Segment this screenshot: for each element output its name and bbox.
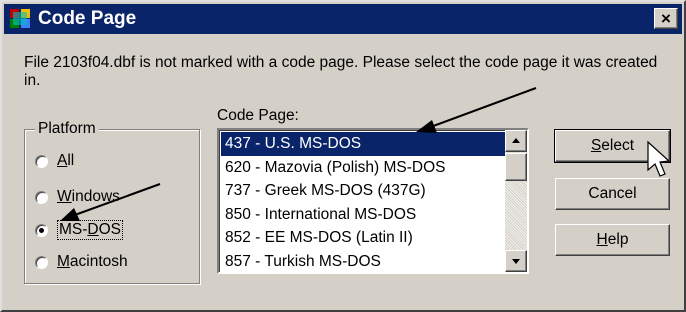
list-item-850[interactable]: 850 - International MS-DOS	[221, 203, 507, 227]
radio-label-windows: Windows	[57, 188, 120, 205]
code-page-listbox[interactable]: 437 - U.S. MS-DOS 620 - Mazovia (Polish)…	[217, 128, 529, 274]
radio-button-windows[interactable]	[35, 190, 48, 204]
scroll-thumb[interactable]	[505, 153, 527, 181]
close-button[interactable]: ×	[654, 8, 678, 29]
prompt-message: File 2103f04.dbf is not marked with a co…	[24, 54, 658, 89]
code-page-dialog: Code Page × File 2103f04.dbf is not mark…	[0, 0, 686, 312]
list-item-857[interactable]: 857 - Turkish MS-DOS	[221, 250, 507, 274]
radio-label-all: All	[57, 152, 75, 169]
help-button[interactable]: Help	[555, 224, 670, 256]
radio-ms-dos[interactable]: MS-DOS	[35, 220, 124, 240]
code-page-list: 437 - U.S. MS-DOS 620 - Mazovia (Polish)…	[221, 132, 507, 273]
radio-windows[interactable]: Windows	[35, 188, 120, 206]
select-button[interactable]: Select	[554, 129, 671, 163]
list-scrollbar[interactable]	[505, 130, 527, 272]
radio-button-all[interactable]	[35, 154, 48, 168]
arrow-down-icon	[512, 259, 520, 264]
title-bar[interactable]: Code Page ×	[4, 4, 682, 34]
cancel-button[interactable]: Cancel	[555, 178, 670, 210]
scroll-up-button[interactable]	[505, 130, 527, 152]
code-page-label: Code Page:	[217, 107, 299, 124]
radio-all[interactable]: All	[35, 152, 74, 170]
list-item-852[interactable]: 852 - EE MS-DOS (Latin II)	[221, 226, 507, 250]
radio-label-ms-dos: MS-DOS	[57, 220, 124, 240]
radio-macintosh[interactable]: Macintosh	[35, 253, 128, 271]
radio-button-ms-dos[interactable]	[35, 223, 48, 237]
platform-group: Platform All Windows MS-DOS Macintosh	[24, 120, 200, 284]
app-icon	[10, 9, 30, 28]
radio-label-macintosh: Macintosh	[57, 253, 128, 270]
arrow-up-icon	[512, 138, 520, 143]
list-item-737[interactable]: 737 - Greek MS-DOS (437G)	[221, 179, 507, 203]
list-item-437[interactable]: 437 - U.S. MS-DOS	[221, 132, 507, 156]
scroll-down-button[interactable]	[505, 250, 527, 272]
list-item-620[interactable]: 620 - Mazovia (Polish) MS-DOS	[221, 156, 507, 180]
window-title: Code Page	[38, 8, 137, 29]
radio-button-macintosh[interactable]	[35, 255, 48, 269]
platform-group-label: Platform	[35, 120, 99, 138]
close-icon: ×	[661, 9, 671, 28]
